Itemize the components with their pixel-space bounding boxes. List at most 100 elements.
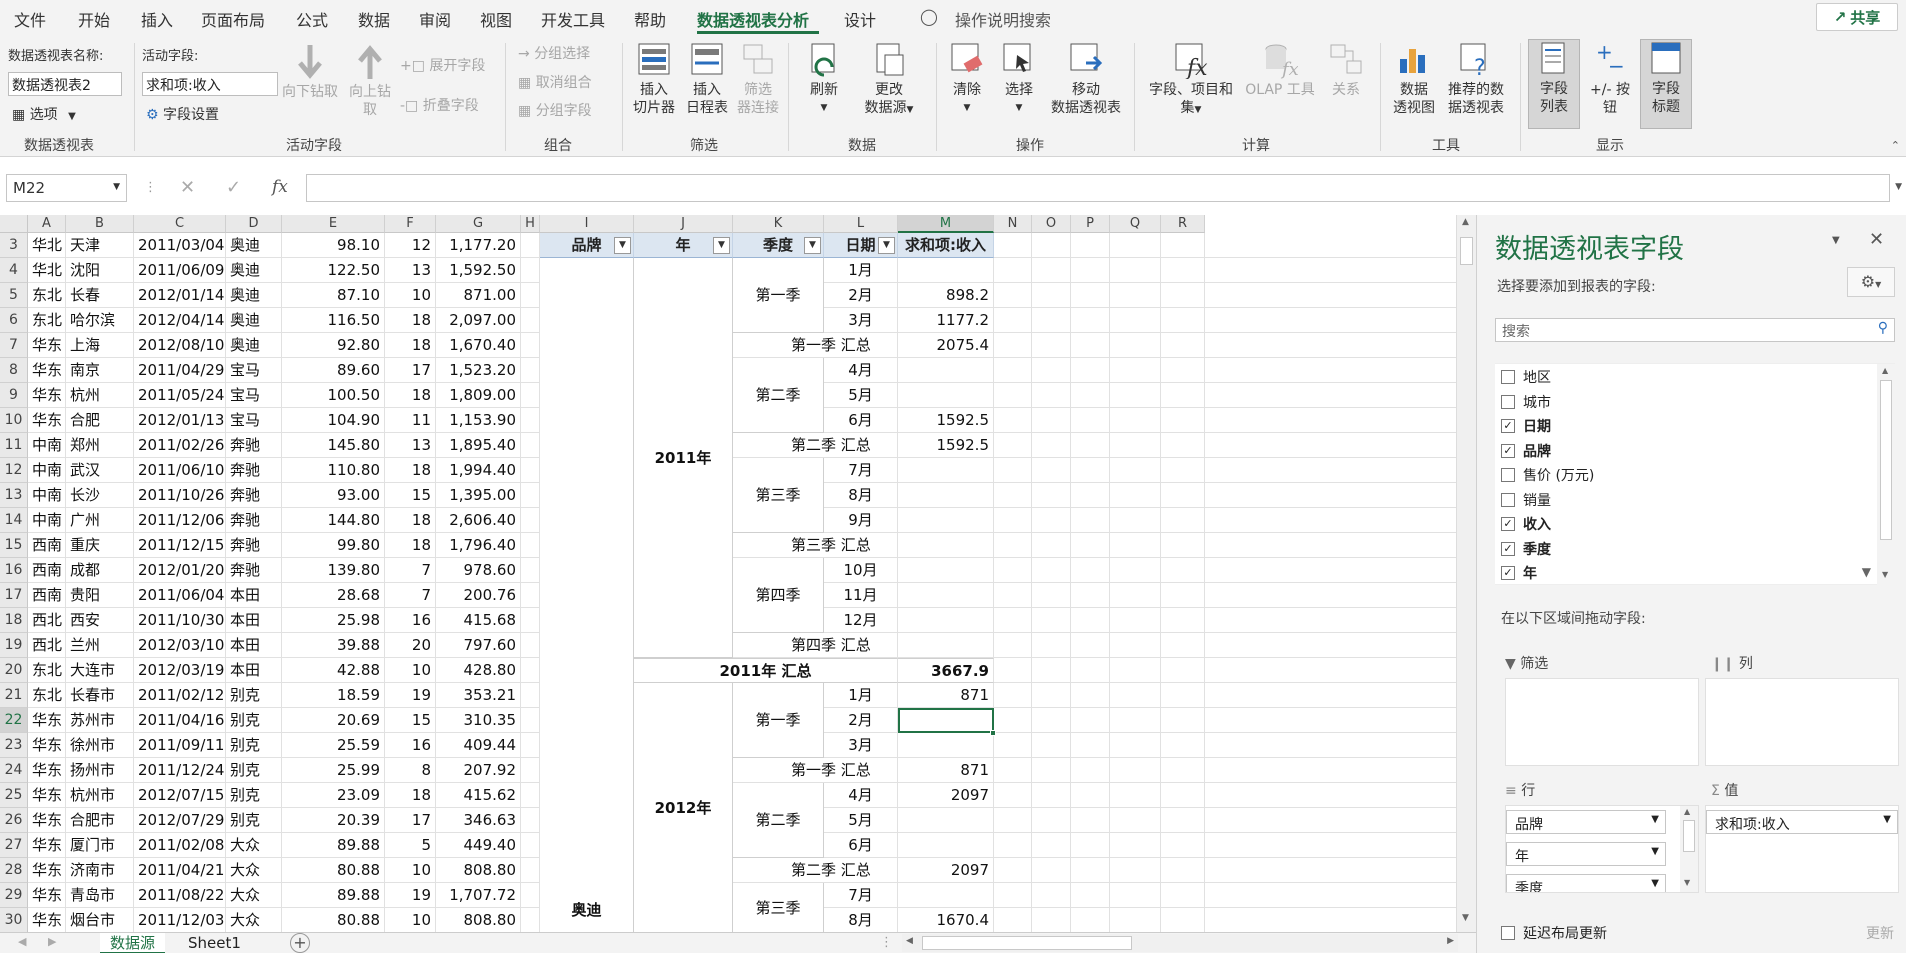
pivot-month-cell[interactable]: 5月 [824, 808, 898, 833]
collapse-field-button[interactable]: -□ 折叠字段 [400, 95, 479, 115]
values-area-item[interactable]: 求和项:收入 ▼ [1706, 810, 1898, 834]
pivot-value-cell[interactable]: 1670.4 [898, 908, 994, 932]
field-list-scrollbar[interactable]: ▲ ▼ [1877, 364, 1895, 586]
data-cell[interactable]: 西南 [28, 583, 66, 608]
row-header[interactable]: 30 [0, 908, 28, 932]
scroll-up-icon[interactable]: ▲ [1684, 807, 1690, 816]
insert-function-icon[interactable]: fx [272, 177, 288, 197]
pivot-month-cell[interactable]: 6月 [824, 833, 898, 858]
data-cell[interactable]: 济南市 [66, 858, 134, 883]
column-header-g[interactable]: G [436, 215, 521, 233]
tab-page-layout[interactable]: 页面布局 [201, 7, 265, 31]
data-cell[interactable]: 978.60 [436, 558, 521, 583]
insert-slicer-button[interactable]: 插入 切片器 [628, 41, 680, 117]
scroll-left-icon[interactable]: ◀ [906, 936, 913, 946]
data-cell[interactable]: 1,153.90 [436, 408, 521, 433]
data-cell[interactable]: 346.63 [436, 808, 521, 833]
tab-review[interactable]: 审阅 [419, 7, 451, 31]
data-cell[interactable]: 杭州市 [66, 783, 134, 808]
defer-update-checkbox[interactable]: 延迟布局更新 [1501, 923, 1607, 943]
rows-area-scrollbar[interactable]: ▲ ▼ [1680, 806, 1698, 892]
checkbox-icon[interactable] [1501, 394, 1515, 409]
data-cell[interactable]: 428.80 [436, 658, 521, 683]
data-cell[interactable]: 2011/12/24 [134, 758, 226, 783]
data-cell[interactable]: 2011/09/11 [134, 733, 226, 758]
tab-design[interactable]: 设计 [844, 7, 876, 31]
h-scroll-thumb[interactable] [922, 936, 1132, 950]
pivot-month-cell[interactable]: 9月 [824, 508, 898, 533]
data-cell[interactable]: 大连市 [66, 658, 134, 683]
tab-view[interactable]: 视图 [480, 7, 512, 31]
pivot-quarter-cell[interactable]: 第一季 [733, 258, 824, 333]
data-cell[interactable]: 徐州市 [66, 733, 134, 758]
data-cell[interactable]: 449.40 [436, 833, 521, 858]
data-cell[interactable]: 10 [385, 858, 436, 883]
add-sheet-icon[interactable]: + [290, 933, 310, 953]
data-cell[interactable]: 2011/06/09 [134, 258, 226, 283]
prev-sheet-icon[interactable]: ◀ [18, 935, 26, 948]
data-cell[interactable]: 华东 [28, 858, 66, 883]
data-cell[interactable]: 2011/02/12 [134, 683, 226, 708]
data-cell[interactable]: 28.68 [282, 583, 385, 608]
data-cell[interactable]: 1,177.20 [436, 233, 521, 258]
pivot-name-input[interactable]: 数据透视表2 [8, 72, 122, 96]
tools-button[interactable]: ⚙▼ [1847, 267, 1895, 297]
data-cell[interactable]: 2012/07/15 [134, 783, 226, 808]
scroll-thumb[interactable] [1683, 820, 1695, 852]
data-cell[interactable]: 20 [385, 633, 436, 658]
data-cell[interactable]: 奔驰 [226, 558, 282, 583]
data-cell[interactable]: 18 [385, 533, 436, 558]
pivot-chart-button[interactable]: 数据 透视图 [1390, 41, 1438, 117]
formula-input[interactable] [306, 174, 1890, 202]
data-cell[interactable]: 华东 [28, 358, 66, 383]
data-cell[interactable]: 17 [385, 358, 436, 383]
row-header[interactable]: 18 [0, 608, 28, 633]
data-cell[interactable]: 西南 [28, 533, 66, 558]
data-cell[interactable]: 25.98 [282, 608, 385, 633]
filter-connections-button[interactable]: 筛选 器连接 [734, 41, 782, 117]
data-cell[interactable]: 1,592.50 [436, 258, 521, 283]
field-search-input[interactable]: 搜索 ⚲ [1495, 318, 1895, 342]
data-cell[interactable]: 1,796.40 [436, 533, 521, 558]
field-settings-button[interactable]: ⚙ 字段设置 [146, 104, 219, 124]
recommended-pivot-button[interactable]: ? 推荐的数 据透视表 [1440, 41, 1512, 117]
selected-cell[interactable] [898, 708, 994, 733]
data-cell[interactable]: 13 [385, 258, 436, 283]
data-cell[interactable]: 2012/01/14 [134, 283, 226, 308]
field-item[interactable]: ✓ 日期 [1501, 415, 1551, 437]
pivot-header-quarter[interactable]: 季度 ▼ [733, 233, 824, 258]
data-cell[interactable]: 2012/03/19 [134, 658, 226, 683]
pivot-value-cell[interactable] [898, 558, 994, 583]
pivot-value-cell[interactable]: 1592.5 [898, 408, 994, 433]
pivot-header-brand[interactable]: 品牌 ▼ [540, 233, 634, 258]
pivot-value-cell[interactable]: 2075.4 [898, 333, 994, 358]
pivot-value-cell[interactable] [898, 508, 994, 533]
data-cell[interactable]: 西安 [66, 608, 134, 633]
data-cell[interactable]: 奔驰 [226, 483, 282, 508]
pivot-month-cell[interactable]: 7月 [824, 883, 898, 908]
checkbox-checked-icon[interactable]: ✓ [1501, 517, 1515, 531]
data-cell[interactable]: 2011/06/04 [134, 583, 226, 608]
pivot-quarter-total-label[interactable]: 第二季 汇总 [733, 433, 898, 458]
data-cell[interactable]: 中南 [28, 483, 66, 508]
pivot-month-cell[interactable]: 12月 [824, 608, 898, 633]
data-cell[interactable]: 东北 [28, 283, 66, 308]
group-selection-button[interactable]: → 分组选择 [518, 43, 590, 63]
pivot-quarter-total-label[interactable]: 第一季 汇总 [733, 758, 898, 783]
pivot-value-cell[interactable] [898, 608, 994, 633]
field-item[interactable]: 售价 (万元) [1501, 464, 1594, 486]
pivot-value-cell[interactable] [898, 733, 994, 758]
data-cell[interactable]: 10 [385, 908, 436, 932]
close-icon[interactable]: ✕ [1869, 229, 1884, 250]
data-cell[interactable]: 2011/04/29 [134, 358, 226, 383]
checkbox-checked-icon[interactable]: ✓ [1501, 541, 1515, 556]
data-cell[interactable]: 天津 [66, 233, 134, 258]
scroll-down-icon[interactable]: ▼ [1882, 570, 1888, 579]
pivot-month-cell[interactable]: 1月 [824, 258, 898, 283]
pivot-value-cell[interactable]: 1177.2 [898, 308, 994, 333]
data-cell[interactable]: 华东 [28, 758, 66, 783]
data-cell[interactable]: 871.00 [436, 283, 521, 308]
data-cell[interactable]: 兰州 [66, 633, 134, 658]
rows-area-item[interactable]: 季度 ▼ [1506, 874, 1666, 892]
name-box[interactable]: M22 ▼ [6, 174, 127, 202]
